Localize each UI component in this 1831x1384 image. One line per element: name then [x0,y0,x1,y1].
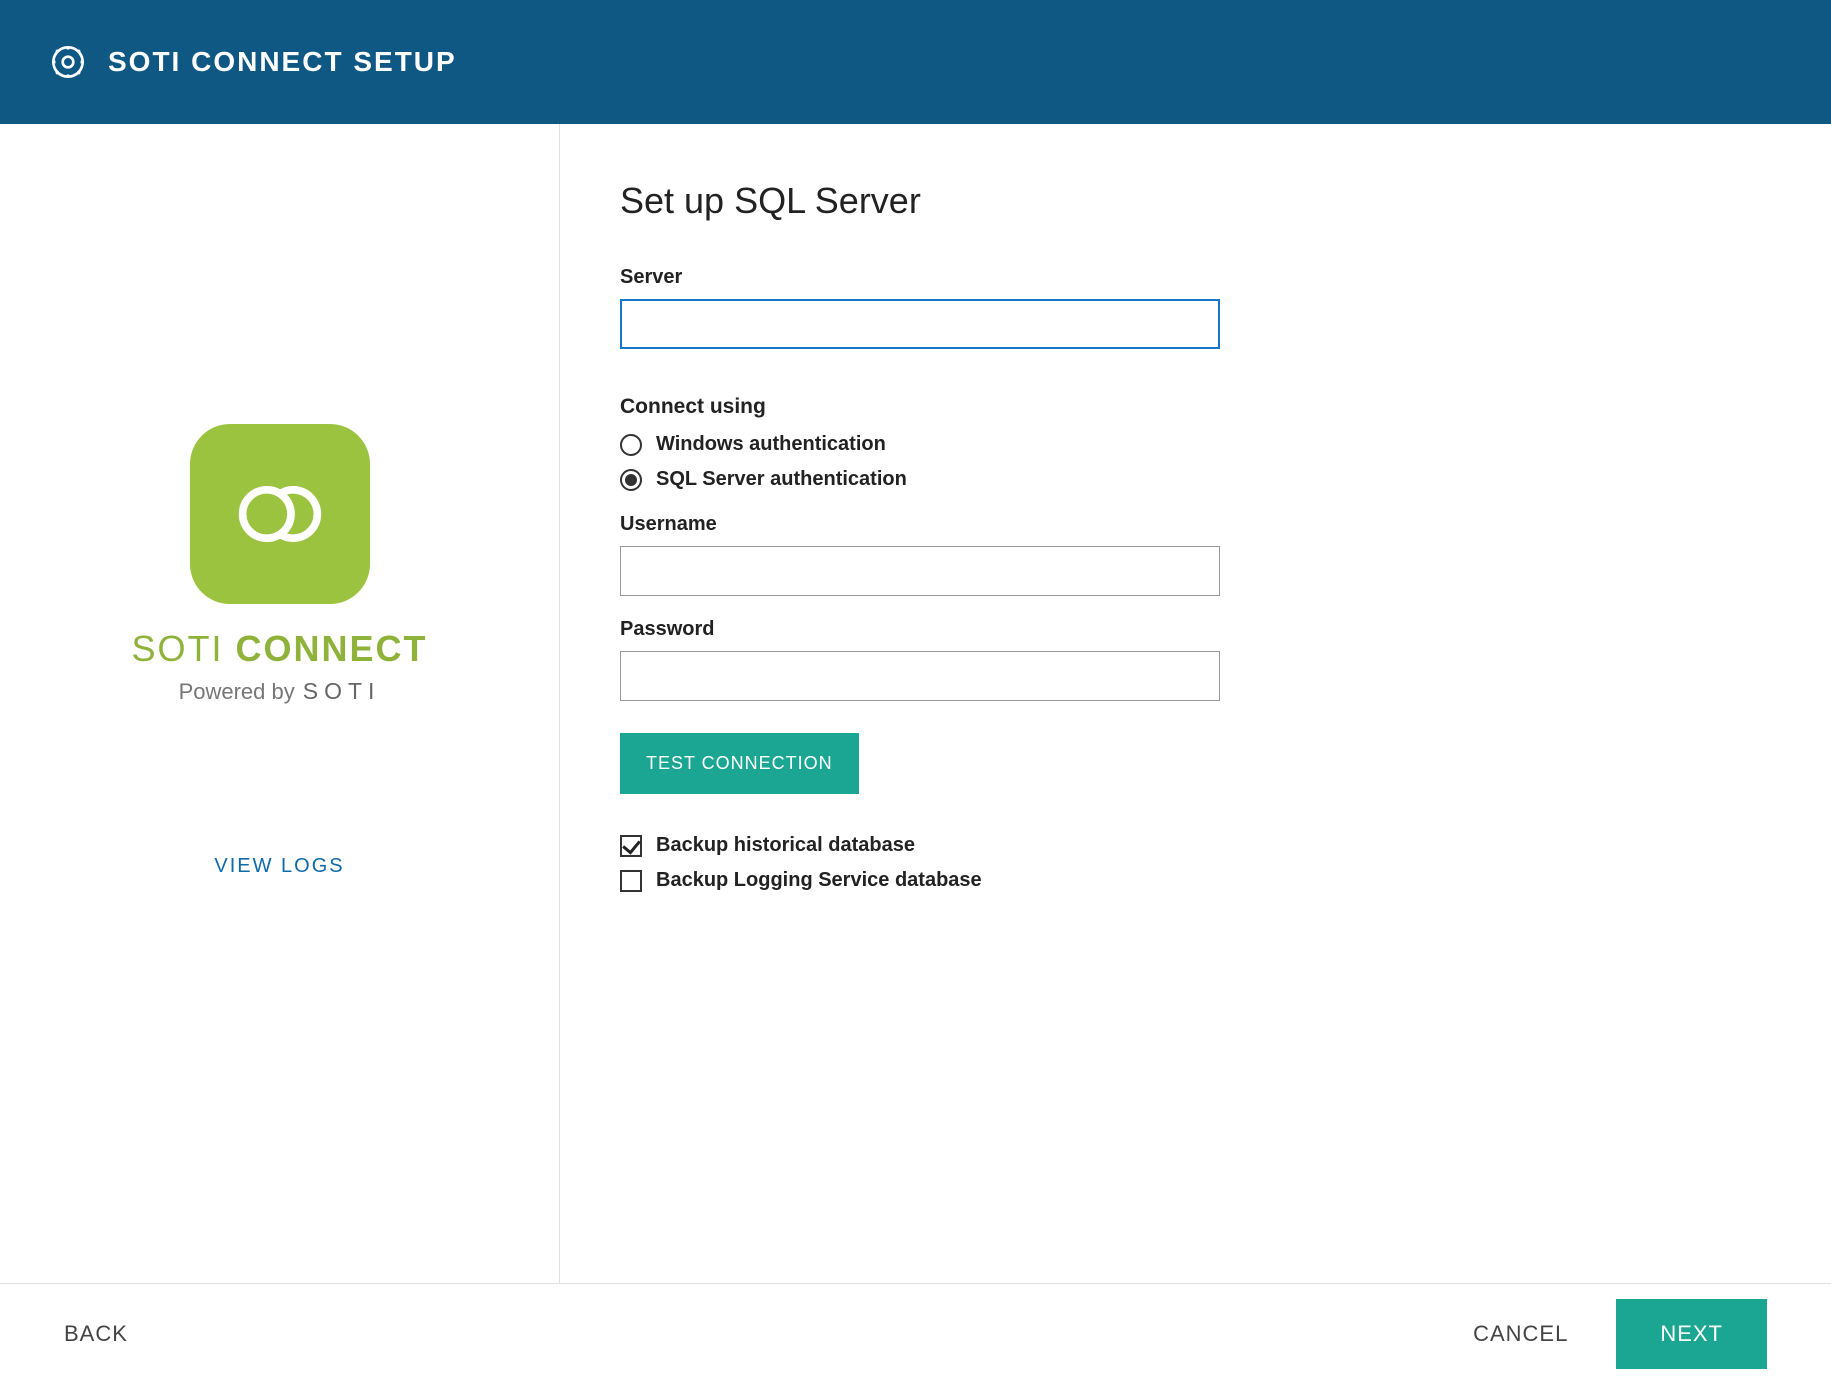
view-logs-link[interactable]: VIEW LOGS [214,855,344,878]
content: Set up SQL Server Server Connect using W… [560,124,1831,1283]
powered-brand: SOTI [303,678,381,705]
powered-prefix: Powered by [179,679,295,705]
cancel-button[interactable]: CANCEL [1473,1321,1568,1347]
radio-sql-auth[interactable]: SQL Server authentication [620,468,1771,491]
logo-text-part1: SOTI [131,628,223,669]
server-field: Server [620,266,1771,349]
checkbox-icon [620,870,642,892]
sidebar: SOTI CONNECT Powered by SOTI VIEW LOGS [0,124,560,1283]
logo-text-part2: CONNECT [236,628,428,669]
connect-using-label: Connect using [620,395,1771,419]
checkbox-label: Backup Logging Service database [656,869,982,892]
logo-text: SOTI CONNECT [131,628,427,670]
username-label: Username [620,513,1771,536]
app-header: SOTI CONNECT SETUP [0,0,1831,124]
checkbox-backup-historical[interactable]: Backup historical database [620,834,1771,857]
checkbox-icon [620,835,642,857]
radio-icon [620,469,642,491]
back-button[interactable]: BACK [64,1321,128,1347]
footer: BACK CANCEL NEXT [0,1284,1831,1384]
radio-label: Windows authentication [656,433,886,456]
checkbox-backup-logging[interactable]: Backup Logging Service database [620,869,1771,892]
checkbox-label: Backup historical database [656,834,915,857]
page-title: Set up SQL Server [620,180,1771,222]
server-input[interactable] [620,299,1220,349]
product-logo: SOTI CONNECT Powered by SOTI [131,424,427,705]
password-input[interactable] [620,651,1220,701]
next-button[interactable]: NEXT [1616,1299,1767,1369]
backup-options: Backup historical database Backup Loggin… [620,834,1771,892]
powered-by: Powered by SOTI [179,678,381,705]
gear-icon [48,42,88,82]
radio-label: SQL Server authentication [656,468,907,491]
password-field: Password [620,618,1771,701]
password-label: Password [620,618,1771,641]
username-field: Username [620,513,1771,596]
radio-windows-auth[interactable]: Windows authentication [620,433,1771,456]
test-connection-button[interactable]: TEST CONNECTION [620,733,859,794]
radio-icon [620,434,642,456]
logo-icon [190,424,370,604]
server-label: Server [620,266,1771,289]
username-input[interactable] [620,546,1220,596]
app-title: SOTI CONNECT SETUP [108,46,457,78]
main-area: SOTI CONNECT Powered by SOTI VIEW LOGS S… [0,124,1831,1284]
